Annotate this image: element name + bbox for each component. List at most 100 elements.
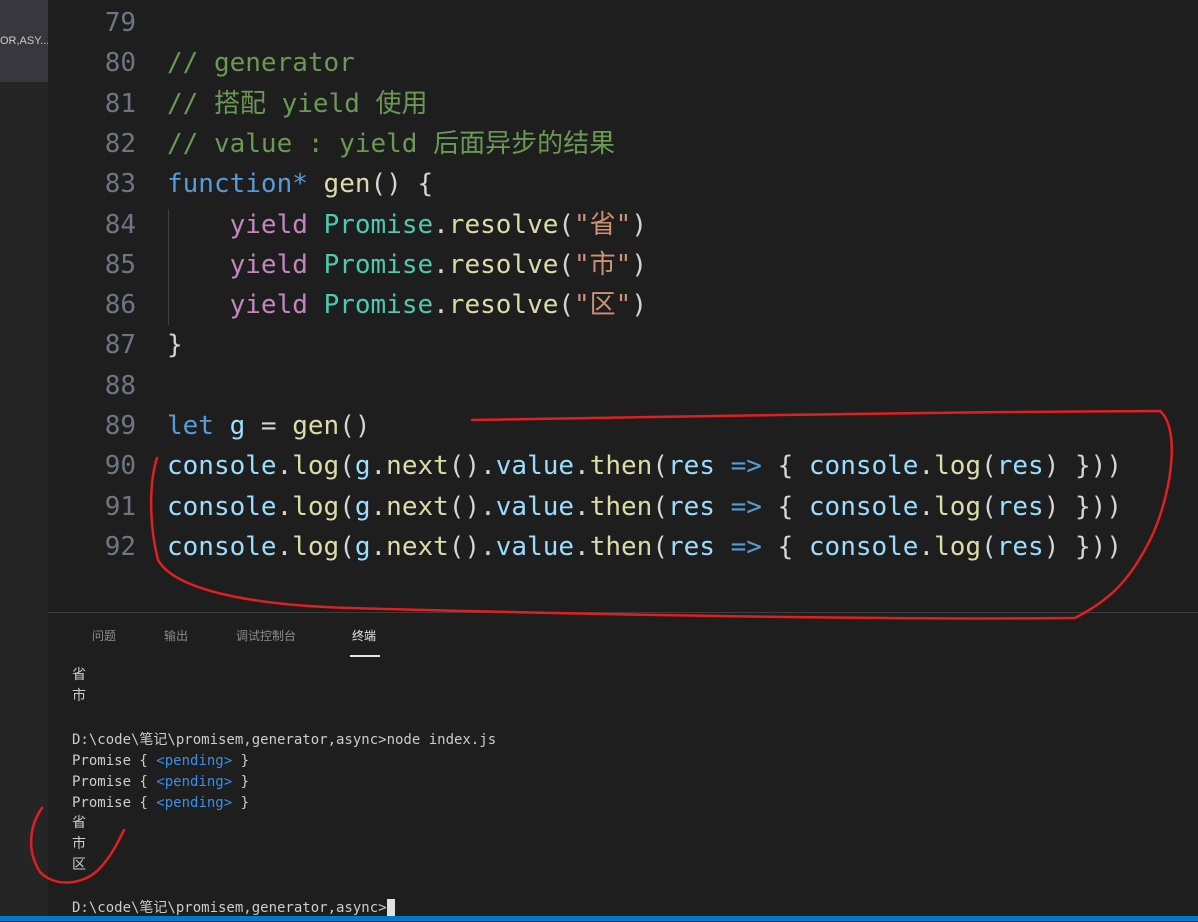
terminal-prompt: D:\code\笔记\promisem,generator,async> [72,900,387,916]
code-token: () [339,411,371,441]
code-token: g [354,492,371,522]
promise-prefix: Promise { [72,753,157,769]
code-token: (). [448,451,496,481]
code-token: ) [631,250,647,280]
code-token: () { [370,169,434,199]
code-token: log [292,492,340,522]
code-token: Promise [323,290,434,320]
code-token: g [229,411,246,441]
code-token: "省" [574,210,632,240]
line-number: 92 [104,532,136,562]
code-token: . [433,250,449,280]
code-token: => [730,532,762,562]
code-token: . [918,451,935,481]
code-token: . [433,210,449,240]
code-token: g [354,451,371,481]
code-token: ) [631,290,647,320]
code-token: (). [448,492,496,522]
promise-prefix: Promise { [72,774,157,790]
promise-prefix: Promise { [72,795,157,811]
sidebar: OR,ASY... [0,0,48,921]
promise-suffix: } [232,774,250,790]
code-token: ( [652,492,668,522]
code-token: next [386,492,449,522]
line-number: 91 [104,492,136,522]
code-token: => [730,451,762,481]
line-code: // generator [167,43,355,83]
pending-state: <pending> [156,774,233,790]
line-code: yield Promise.resolve("区") [167,285,647,325]
code-token: ( [558,210,575,240]
terminal-promise-line: Promise { <pending> } [72,751,249,772]
code-token: console [167,451,277,481]
code-token: console [808,492,919,522]
code-token: { [761,532,809,562]
line-code: console.log(g.next().value.then(res => {… [167,527,1122,567]
code-token: log [934,451,982,481]
code-token: console [808,451,919,481]
line-code: } [167,325,183,365]
code-token: "区" [574,290,632,320]
code-token: log [934,492,982,522]
tab-problems[interactable]: 问题 [92,627,116,644]
tab-terminal[interactable]: 终端 [352,627,376,644]
code-token: res [667,451,715,481]
tab-output[interactable]: 输出 [164,627,188,644]
pending-state: <pending> [156,753,233,769]
active-tab-indicator [350,655,380,657]
sidebar-tab-label: OR,ASY... [0,35,48,47]
code-token: . [276,532,293,562]
code-token: ( [558,250,575,280]
code-token: { [761,451,809,481]
line-number: 82 [104,129,136,159]
code-token: value [495,492,575,522]
code-token: { [761,492,809,522]
terminal-output-line: 区 [72,857,86,873]
terminal-promise-line: Promise { <pending> } [72,793,249,814]
code-token: Promise [323,250,434,280]
sidebar-open-folder-tab[interactable]: OR,ASY... [0,0,48,82]
code-token: log [934,532,982,562]
code-token: . [370,532,387,562]
code-token: gen [292,411,340,441]
code-token: gen [323,169,371,199]
code-token: log [292,532,340,562]
code-token: ) })) [1043,532,1122,562]
line-number: 79 [104,8,136,38]
promise-suffix: } [232,795,250,811]
code-token: then [589,532,653,562]
code-token: // 搭配 yield 使用 [167,89,428,119]
line-number: 86 [104,290,136,320]
code-token: console [167,532,277,562]
terminal-prompt: D:\code\笔记\promisem,generator,async> [72,732,387,748]
code-token: log [292,451,340,481]
code-token: res [667,532,715,562]
code-token: // value : yield 后面异步的结果 [167,129,616,159]
code-token: . [370,451,387,481]
line-number: 80 [104,48,136,78]
code-token: g [354,532,371,562]
terminal-output-line: 省 [72,815,86,831]
code-token: = [245,411,293,441]
line-code: let g = gen() [167,406,371,446]
code-token: res [667,492,715,522]
line-code: yield Promise.resolve("省") [167,205,647,245]
code-editor[interactable]: 79 80 // generator 81 // 搭配 yield 使用 82 // val… [48,0,1198,612]
code-token: console [167,492,277,522]
code-token: . [574,532,590,562]
code-token: function* [167,169,308,199]
terminal-output-line: 市 [72,836,86,852]
line-code: yield Promise.resolve("市") [167,245,647,285]
code-token: yield [229,250,308,280]
tab-debug-console[interactable]: 调试控制台 [236,627,296,644]
code-token: ) })) [1043,492,1122,522]
code-token: then [589,451,653,481]
code-token: value [495,532,575,562]
